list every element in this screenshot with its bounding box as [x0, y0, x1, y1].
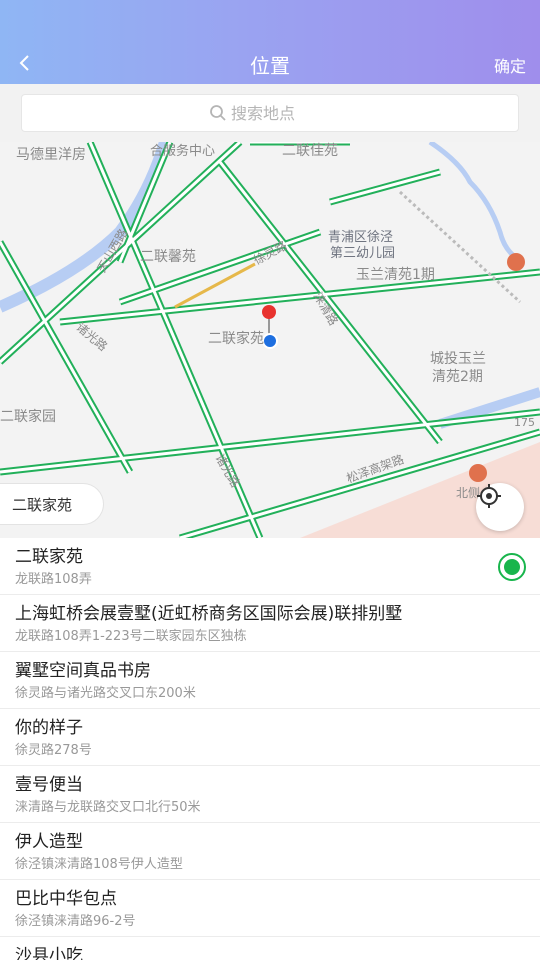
list-item[interactable]: 翼墅空间真品书房 徐灵路与诸光路交叉口东200米 — [0, 652, 540, 709]
place-address: 龙联路108弄1-223号二联家园东区独栋 — [15, 629, 247, 644]
map-label: 二联馨苑 — [140, 249, 196, 265]
map-label: 二联佳苑 — [282, 143, 338, 159]
place-name: 上海虹桥会展壹墅(近虹桥商务区国际会展)联排别墅 — [15, 604, 403, 624]
list-item[interactable]: 壹号便当 涞清路与龙联路交叉口北行50米 — [0, 766, 540, 823]
map-view[interactable]: 马德里洋房 合服务中心 二联佳苑 二联馨苑 徐灵路 天山西路 青浦区徐泾 第三幼… — [0, 142, 540, 538]
place-name: 沙县小吃 — [15, 946, 83, 960]
list-item[interactable]: 上海虹桥会展壹墅(近虹桥商务区国际会展)联排别墅 龙联路108弄1-223号二联… — [0, 595, 540, 652]
place-name: 壹号便当 — [15, 775, 83, 795]
list-item[interactable]: 二联家苑 龙联路108弄 — [0, 538, 540, 595]
selected-place-bubble: 二联家苑 — [0, 483, 104, 525]
list-item[interactable]: 巴比中华包点 徐泾镇涞清路96-2号 — [0, 880, 540, 937]
locate-button[interactable] — [476, 483, 524, 531]
place-name: 翼墅空间真品书房 — [15, 661, 151, 681]
place-name: 伊人造型 — [15, 832, 83, 852]
map-label: 马德里洋房 — [16, 147, 86, 163]
map-canvas — [0, 142, 540, 538]
list-item[interactable]: 伊人造型 徐泾镇涞清路108号伊人造型 — [0, 823, 540, 880]
place-name: 巴比中华包点 — [15, 889, 117, 909]
map-label: 二联家园 — [0, 409, 56, 425]
radio-dot-icon — [504, 559, 520, 575]
map-label: 175 — [514, 416, 535, 429]
place-name: 你的样子 — [15, 718, 83, 738]
list-item[interactable]: 沙县小吃 — [0, 937, 540, 960]
place-address: 徐泾镇涞清路108号伊人造型 — [15, 857, 183, 872]
search-bar — [0, 84, 540, 142]
search-input[interactable] — [231, 103, 331, 123]
place-address: 徐灵路与诸光路交叉口东200米 — [15, 686, 196, 701]
map-label: 二联家苑 — [208, 331, 264, 347]
poi-marker-2 — [469, 464, 487, 482]
poi-marker — [507, 253, 525, 271]
place-address: 龙联路108弄 — [15, 572, 92, 587]
search-icon — [210, 105, 226, 121]
map-label: 城投玉兰 — [430, 351, 486, 367]
place-address: 徐灵路278号 — [15, 743, 92, 758]
map-label: 清苑2期 — [432, 369, 483, 385]
place-name: 二联家苑 — [15, 547, 83, 567]
page-title: 位置 — [250, 54, 290, 78]
selected-radio[interactable] — [498, 553, 526, 581]
map-label: 合服务中心 — [150, 144, 216, 159]
map-label: 第三幼儿园 — [330, 246, 396, 261]
map-label: 玉兰清苑1期 — [356, 267, 435, 283]
place-list: 二联家苑 龙联路108弄 上海虹桥会展壹墅(近虹桥商务区国际会展)联排别墅 龙联… — [0, 538, 540, 960]
locate-target-icon — [477, 484, 501, 508]
list-item[interactable]: 你的样子 徐灵路278号 — [0, 709, 540, 766]
place-address: 涞清路与龙联路交叉口北行50米 — [15, 800, 201, 815]
nav-header: 位置 确定 — [0, 0, 540, 84]
confirm-button[interactable]: 确定 — [494, 53, 526, 77]
search-box[interactable] — [21, 94, 519, 132]
place-address: 徐泾镇涞清路96-2号 — [15, 914, 136, 929]
